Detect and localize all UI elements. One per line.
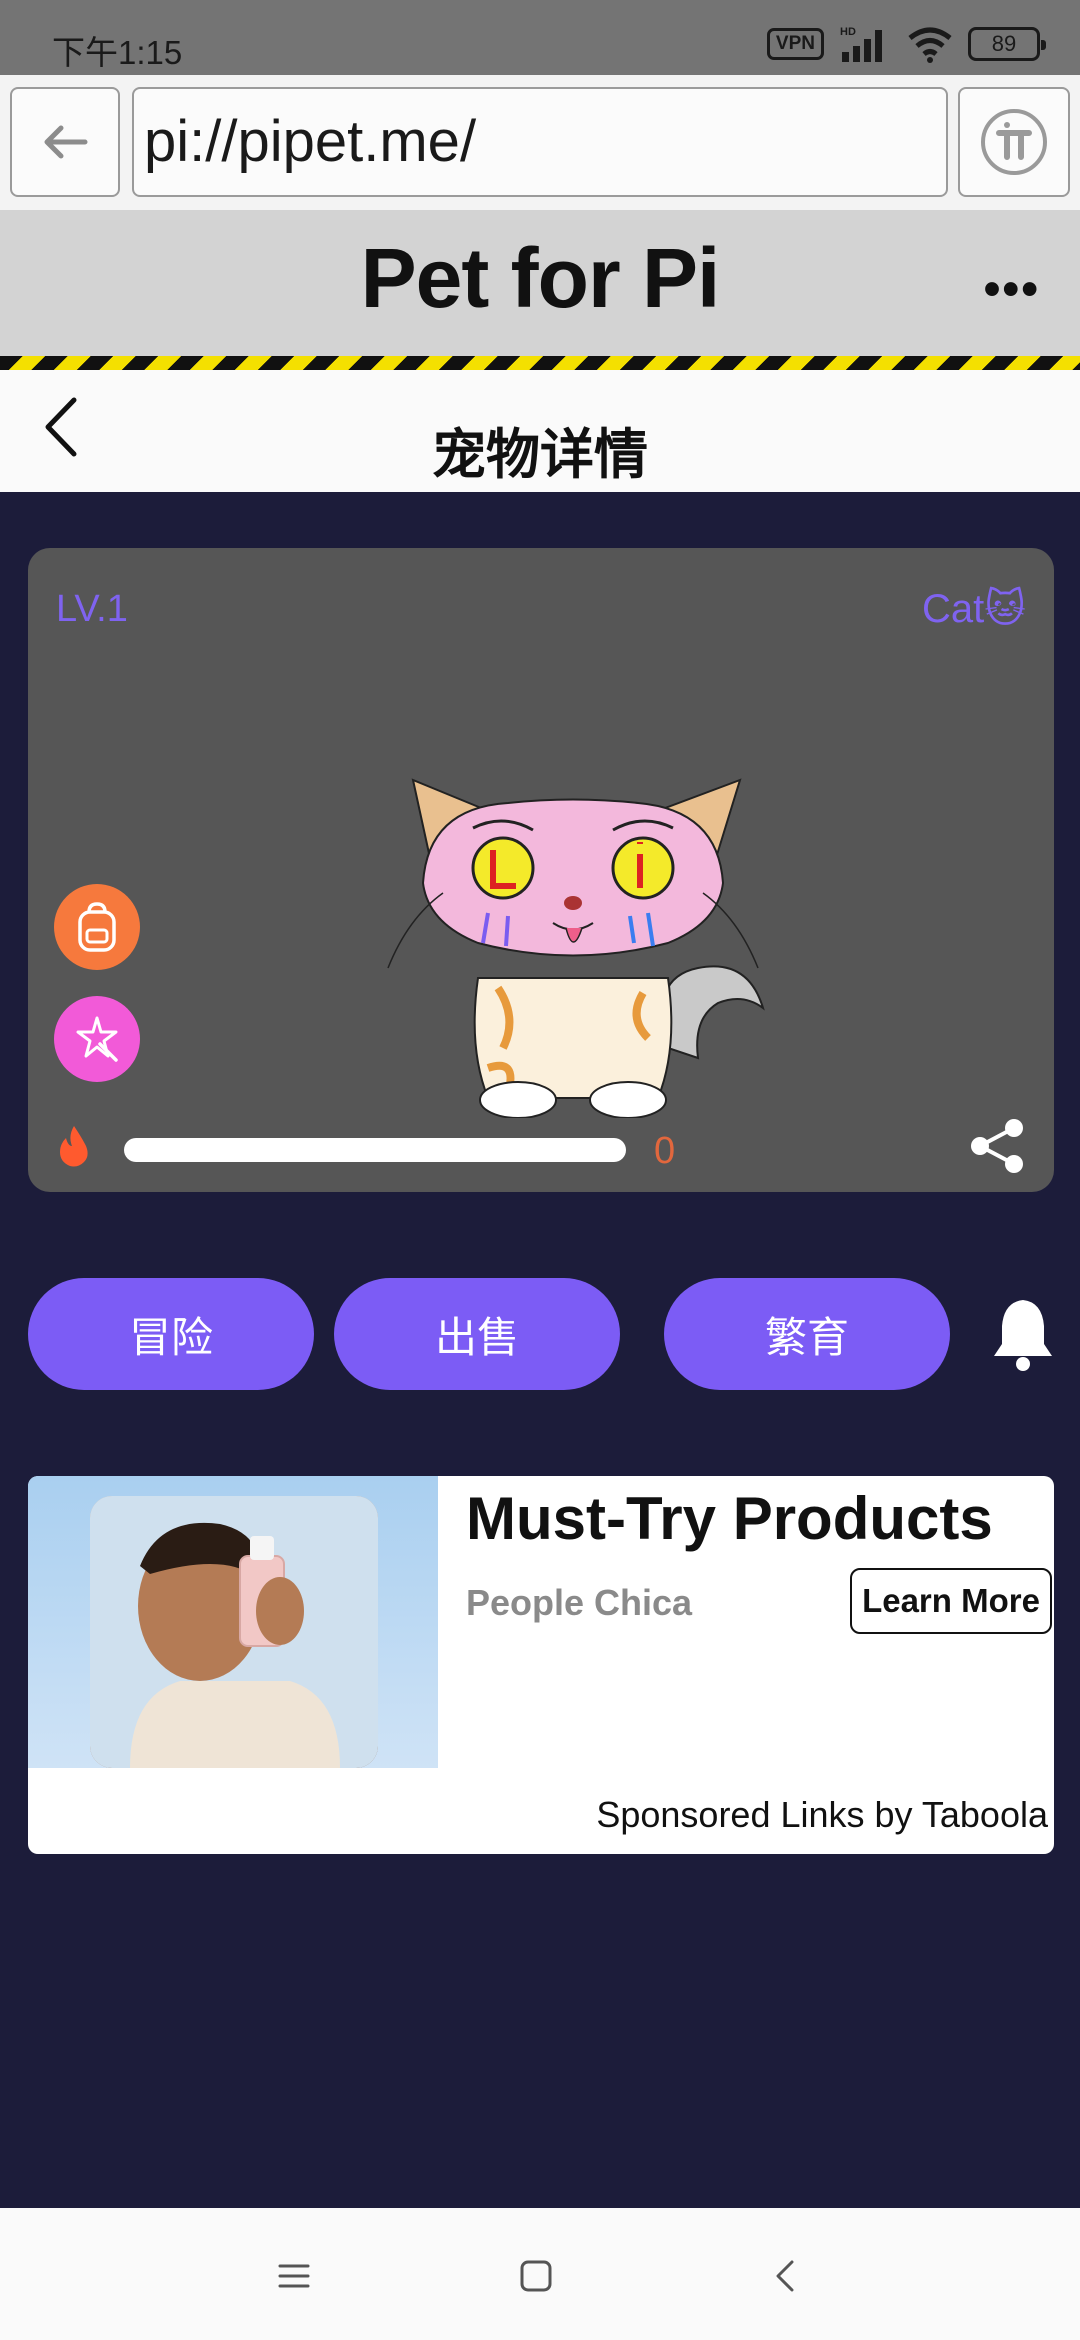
pet-card: LV.1 Cat🐱 0: [28, 548, 1054, 1192]
share-icon[interactable]: [968, 1116, 1028, 1176]
ad-title[interactable]: Must-Try Products: [466, 1484, 993, 1553]
pi-wallet-button[interactable]: [958, 87, 1070, 197]
bell-icon[interactable]: [990, 1296, 1056, 1372]
pet-level: LV.1: [56, 588, 128, 630]
hazard-stripe: [0, 356, 1080, 370]
system-nav-bar: [0, 2208, 1080, 2340]
vpn-icon: VPN: [766, 28, 824, 60]
signal-icon: HD: [840, 26, 882, 62]
ad-image[interactable]: [28, 1476, 438, 1768]
status-bar: 下午1:15 VPN HD 89: [0, 0, 1080, 75]
status-icons: VPN HD 89: [766, 24, 1046, 64]
browser-back-button[interactable]: [10, 87, 120, 197]
menu-icon[interactable]: [272, 2254, 316, 2298]
pet-progress-bar: [124, 1138, 626, 1162]
page-title: 宠物详情: [432, 425, 648, 485]
ad-source: People Chica: [466, 1582, 693, 1623]
breed-button[interactable]: 繁育: [664, 1278, 950, 1390]
adventure-button[interactable]: 冒险: [28, 1278, 314, 1390]
pi-logo-icon: [981, 109, 1047, 175]
sell-button[interactable]: 出售: [334, 1278, 620, 1390]
more-menu-icon[interactable]: •••: [984, 262, 1040, 317]
magic-button[interactable]: [54, 996, 140, 1082]
ad-attribution[interactable]: Sponsored Links by Taboola: [596, 1794, 1048, 1836]
sponsored-ad[interactable]: Must-Try Products People Chica Learn Mor…: [28, 1476, 1054, 1854]
app-header: Pet for Pi •••: [0, 210, 1080, 358]
pet-progress-value: 0: [654, 1130, 676, 1172]
fire-icon: [60, 1126, 88, 1167]
back-icon[interactable]: [764, 2254, 808, 2298]
signal-hd-label: HD: [840, 26, 856, 38]
pet-cat-image: [387, 778, 765, 1118]
status-time: 下午1:15: [52, 34, 183, 71]
pet-type: Cat🐱: [922, 587, 1026, 631]
page-nav: 宠物详情: [0, 370, 1080, 492]
backpack-button[interactable]: [54, 884, 140, 970]
backpack-icon: [78, 902, 116, 952]
ad-person-illustration: [90, 1496, 378, 1768]
home-icon[interactable]: [514, 2254, 558, 2298]
url-field[interactable]: pi://pipet.me/: [132, 87, 948, 197]
app-title: Pet for Pi: [360, 231, 721, 325]
browser-bar: pi://pipet.me/: [0, 75, 1080, 210]
learn-more-button[interactable]: Learn More: [850, 1568, 1052, 1634]
battery-level: 89: [991, 31, 1017, 56]
arrow-left-icon: [44, 125, 88, 159]
ad-photo: [90, 1496, 378, 1768]
wifi-icon: [908, 27, 952, 63]
magic-wand-icon: [76, 1016, 118, 1062]
battery-icon: 89: [968, 27, 1046, 61]
